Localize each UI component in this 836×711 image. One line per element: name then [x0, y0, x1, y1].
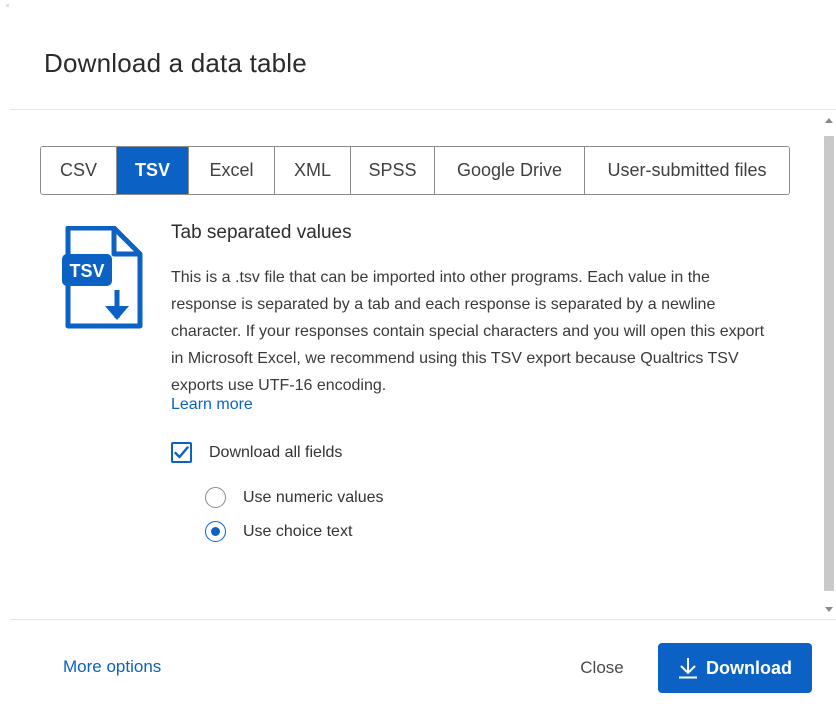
scrollbar[interactable] [822, 112, 836, 618]
tab-spss[interactable]: SPSS [351, 147, 435, 194]
checkmark-icon [174, 446, 189, 459]
header-divider [10, 109, 836, 110]
download-button[interactable]: Download [658, 643, 812, 693]
download-all-fields-option[interactable]: Download all fields [171, 442, 342, 463]
tab-excel[interactable]: Excel [189, 147, 275, 194]
dialog-title: Download a data table [44, 48, 307, 78]
download-all-fields-checkbox[interactable] [171, 442, 192, 463]
scroll-thumb[interactable] [824, 136, 834, 591]
close-button[interactable]: Close [562, 645, 642, 691]
download-all-fields-label: Download all fields [209, 443, 343, 461]
file-icon-label: TSV [69, 261, 104, 281]
use-choice-text-radio[interactable] [205, 521, 226, 542]
download-button-label: Download [706, 657, 792, 678]
use-choice-text-option[interactable]: Use choice text [205, 521, 352, 542]
tsv-file-download-icon: TSV [62, 226, 143, 329]
tab-xml[interactable]: XML [275, 147, 351, 194]
corner-mark [6, 4, 9, 7]
download-data-table-dialog: Download a data table CSV TSV Excel XML … [0, 0, 836, 711]
tab-csv[interactable]: CSV [41, 147, 117, 194]
learn-more-link[interactable]: Learn more [171, 396, 253, 414]
download-arrow-icon [678, 657, 698, 679]
scroll-up-arrow-icon[interactable] [825, 118, 833, 123]
use-choice-text-label: Use choice text [243, 522, 353, 540]
tab-user-submitted-files[interactable]: User-submitted files [585, 147, 789, 194]
more-options-link[interactable]: More options [63, 657, 161, 677]
format-title: Tab separated values [171, 222, 352, 243]
tab-tsv[interactable]: TSV [117, 147, 189, 194]
use-numeric-values-radio[interactable] [205, 487, 226, 508]
use-numeric-values-label: Use numeric values [243, 488, 384, 506]
scroll-down-arrow-icon[interactable] [825, 607, 833, 612]
footer-divider [10, 619, 836, 620]
tab-google-drive[interactable]: Google Drive [435, 147, 585, 194]
use-numeric-values-option[interactable]: Use numeric values [205, 487, 384, 508]
format-description: This is a .tsv file that can be imported… [171, 269, 765, 394]
format-tabs: CSV TSV Excel XML SPSS Google Drive User… [40, 146, 790, 195]
